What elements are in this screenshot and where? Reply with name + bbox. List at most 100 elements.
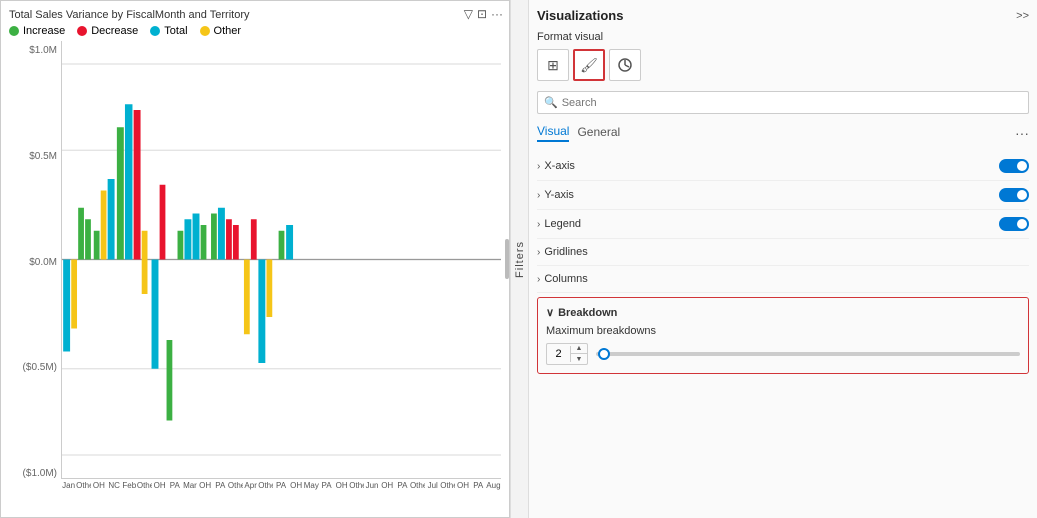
y-axis-label: ($1.0M) <box>23 468 57 479</box>
analytics-icon-btn[interactable] <box>609 49 641 81</box>
legend-item-increase: Increase <box>9 25 65 37</box>
chart-plot <box>61 41 501 479</box>
breakdown-header: ∨ Breakdown <box>546 306 1020 319</box>
chart-title: Total Sales Variance by FiscalMonth and … <box>9 9 501 21</box>
legend-dot <box>77 26 87 36</box>
viz-header: Visualizations >> <box>537 8 1029 23</box>
search-icon: 🔍 <box>544 96 558 109</box>
section-gridlines[interactable]: › Gridlines <box>537 239 1029 266</box>
legend-item-total: Total <box>150 25 187 37</box>
x-label: Other <box>228 481 243 490</box>
x-label: PA <box>395 481 410 490</box>
toggle[interactable] <box>999 159 1029 173</box>
section-name: Gridlines <box>544 246 587 258</box>
x-label: Other <box>258 481 273 490</box>
viz-icons: ⊞ 🖌 <box>537 49 1029 81</box>
y-axis-label: $1.0M <box>29 45 57 56</box>
chart-area: Total Sales Variance by FiscalMonth and … <box>0 0 510 518</box>
section-x-axis[interactable]: › X-axis <box>537 152 1029 181</box>
legend-dot <box>150 26 160 36</box>
section-columns[interactable]: › Columns <box>537 266 1029 293</box>
filters-label: Filters <box>514 241 526 278</box>
x-label: OH <box>334 481 349 490</box>
chevron-right-icon: › <box>537 161 540 172</box>
tab-visual[interactable]: Visual <box>537 124 569 142</box>
legend-label: Total <box>164 25 187 37</box>
chevron-right-icon: › <box>537 274 540 285</box>
chevron-right-icon: › <box>537 190 540 201</box>
breakdown-max-label: Maximum breakdowns <box>546 325 1020 337</box>
stepper-down[interactable]: ▼ <box>571 354 587 364</box>
filter-icon[interactable]: ▽ <box>464 7 473 21</box>
stepper-up[interactable]: ▲ <box>571 344 587 354</box>
sections-list: › X-axis › Y-axis › Legend › Gridlines ›… <box>537 152 1029 293</box>
stepper-arrows: ▲ ▼ <box>571 344 587 364</box>
more-options-icon[interactable]: ··· <box>491 7 503 21</box>
section-name: Legend <box>544 218 581 230</box>
search-input[interactable] <box>562 97 1022 109</box>
chart-svg <box>62 41 501 478</box>
expand-icon[interactable]: ⊡ <box>477 7 487 21</box>
toggle[interactable] <box>999 188 1029 202</box>
legend-item-decrease: Decrease <box>77 25 138 37</box>
paint-icon-btn[interactable]: 🖌 <box>573 49 605 81</box>
x-label: PA <box>273 481 288 490</box>
section-label: › Legend <box>537 218 581 230</box>
section-label: › Gridlines <box>537 246 588 258</box>
section-legend[interactable]: › Legend <box>537 210 1029 239</box>
chart-content: $1.0M $0.5M $0.0M ($0.5M) ($1.0M) <box>9 41 501 509</box>
viz-panel: Visualizations >> Format visual ⊞ 🖌 🔍 Vi… <box>528 0 1037 518</box>
legend-label: Decrease <box>91 25 138 37</box>
x-label: Other <box>76 481 91 490</box>
breakdown-control: 2 ▲ ▼ <box>546 343 1020 365</box>
y-axis-label: ($0.5M) <box>23 362 57 373</box>
x-label: PA <box>167 481 182 490</box>
stepper-value: 2 <box>547 346 571 362</box>
x-label: May <box>304 481 319 490</box>
legend-label: Increase <box>23 25 65 37</box>
x-label: Other <box>440 481 455 490</box>
chevron-right-icon: › <box>537 219 540 230</box>
x-label: Jul <box>425 481 440 490</box>
x-label: PA <box>213 481 228 490</box>
x-label: Other <box>137 481 152 490</box>
y-axis-label: $0.5M <box>29 151 57 162</box>
breakdown-title: Breakdown <box>558 307 617 319</box>
x-label: Mar <box>182 481 197 490</box>
section-name: X-axis <box>544 160 575 172</box>
section-label: › Y-axis <box>537 189 574 201</box>
x-label: PA <box>471 481 486 490</box>
chevron-right-icon: › <box>537 247 540 258</box>
legend-dot <box>9 26 19 36</box>
table-icon-btn[interactable]: ⊞ <box>537 49 569 81</box>
tab-general[interactable]: General <box>577 125 620 141</box>
breakdown-stepper[interactable]: 2 ▲ ▼ <box>546 343 588 365</box>
legend-label: Other <box>214 25 242 37</box>
x-label: Other <box>349 481 364 490</box>
section-y-axis[interactable]: › Y-axis <box>537 181 1029 210</box>
slider-track[interactable] <box>596 352 1020 356</box>
slider-thumb <box>598 348 610 360</box>
x-label: Apr <box>243 481 258 490</box>
chart-controls: ▽ ⊡ ··· <box>464 7 503 21</box>
x-label: PA <box>319 481 334 490</box>
x-label: OH <box>289 481 304 490</box>
section-name: Y-axis <box>544 189 574 201</box>
x-label: Jan <box>61 481 76 490</box>
y-axis: $1.0M $0.5M $0.0M ($0.5M) ($1.0M) <box>9 41 61 509</box>
x-label: Other <box>410 481 425 490</box>
tabs-more-button[interactable]: ··· <box>1015 125 1029 141</box>
section-label: › Columns <box>537 273 588 285</box>
y-axis-label: $0.0M <box>29 257 57 268</box>
viz-panel-title: Visualizations <box>537 8 623 23</box>
format-visual-label: Format visual <box>537 31 1029 43</box>
viz-expand-button[interactable]: >> <box>1016 10 1029 22</box>
x-axis-labels: JanOtherOHNCFebOtherOHPAMarOHPAOtherAprO… <box>61 479 501 509</box>
section-label: › X-axis <box>537 160 575 172</box>
x-label: OH <box>91 481 106 490</box>
x-label: Feb <box>122 481 137 490</box>
toggle[interactable] <box>999 217 1029 231</box>
search-box: 🔍 <box>537 91 1029 114</box>
x-label: OH <box>152 481 167 490</box>
resize-handle[interactable] <box>505 239 509 279</box>
